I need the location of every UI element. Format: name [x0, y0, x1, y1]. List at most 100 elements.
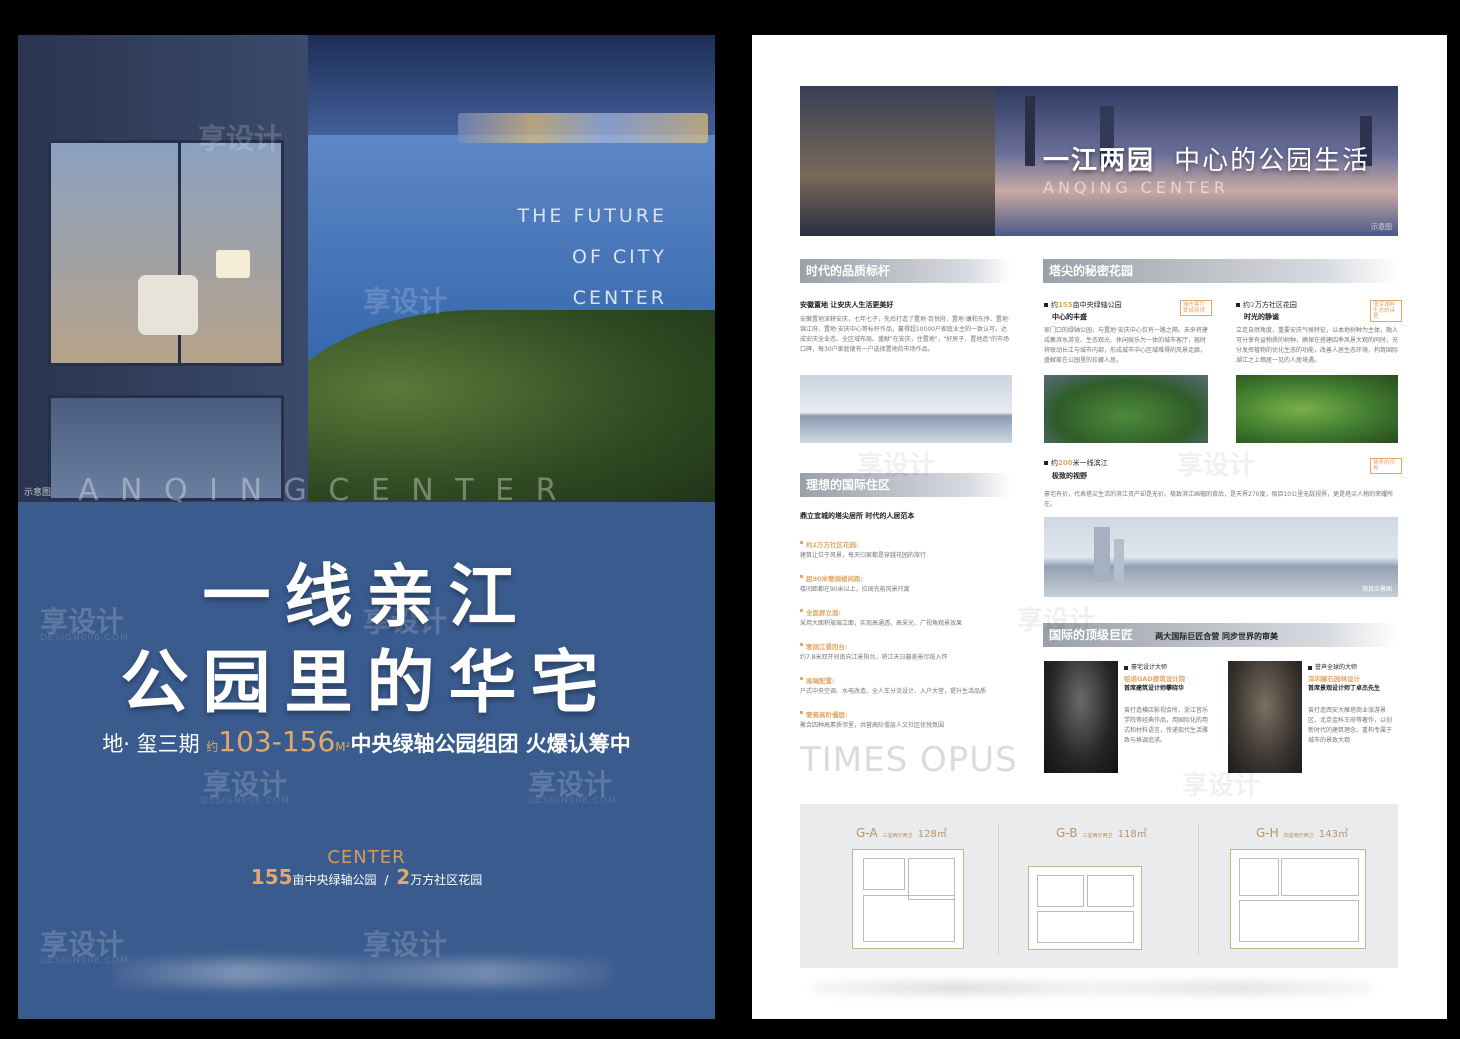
garden-item-2-title: 约2万方社区花园 [1236, 300, 1297, 310]
plan-ga-drawing [852, 849, 964, 949]
hero-photo: THE FUTURE OF CITY CENTER 示意图 A N Q I N … [18, 35, 715, 502]
room [863, 895, 955, 942]
stat-separator: / [384, 873, 389, 887]
main-title-line-2: 公园里的华宅 [120, 644, 613, 723]
banner-title-thin: 中心的公园生活 [1174, 146, 1371, 176]
room [1239, 858, 1279, 896]
banner-subtitle: ANQING CENTER [1043, 178, 1229, 197]
feature-item: 全面屏立面: 采用大面积玻璃立面，实现高通透、高采光、广视角观景效果 [800, 609, 963, 627]
room [1281, 858, 1359, 896]
plan-ga-label: G-A 三室两厅两卫 128㎡ [856, 826, 947, 840]
designer-1-body: 曾打造横店影视会所、浙江音乐学院等经典作品，用国际化的用式和材料语言，传递现代生… [1124, 707, 1209, 744]
room [1037, 911, 1134, 943]
sub-headline: 地· 玺三期 约103-156M²中央绿轴公园组团 火爆认筹中 [18, 725, 715, 758]
feature-item: 超90米奢阔楼间距: 楼间距都在90米以上，拉阔充裕风景尺度 [800, 575, 910, 593]
stat-2-number: 2 [396, 865, 411, 889]
residence-feature-list: 约2万方社区花园: 建筑让位于风景，每天归家都是穿越花园的旅行 超90米奢阔楼间距… [800, 532, 1012, 736]
stat-2-text: 万方社区花园 [410, 873, 483, 887]
banner-interior [800, 86, 995, 236]
watermark: 享设计 [1017, 606, 1096, 636]
riverside-caption: 项目实景图 [1361, 586, 1392, 593]
stat-1-text: 亩中央绿轴公园 [292, 873, 377, 887]
garden-item-2-body: 立足自然角度，重要安庆气候特征，以本地树种为主体，融入可分享有益物质的树种，确保… [1236, 327, 1399, 364]
watermark: 享设计 [198, 122, 283, 155]
blurred-footer [113, 960, 613, 986]
armchair [138, 275, 198, 335]
hero-caption: 示意图 [24, 488, 52, 498]
section-masters-subtitle: 两大国际巨匠合营 同步世界的审美 [1155, 632, 1278, 641]
banner-title: 一江两园 中心的公园生活 [1043, 140, 1370, 177]
designer-2-name: 首席景观设计师丁卓杰先生 [1308, 685, 1381, 692]
banner-title-bold: 一江两园 [1043, 146, 1156, 176]
section-masters-heading: 国际的顶级巨匠 两大国际巨匠合营 同步世界的审美 [1043, 623, 1398, 647]
tagline-line-2: OF CITY [571, 246, 667, 268]
sub-small: 约 [206, 740, 219, 754]
designer-1-info: 豪宅设计大师 铂诺GAD建筑设计院 首席建筑设计师攀晓华 曾打造横店影视会所、浙… [1124, 663, 1212, 746]
room [1087, 875, 1134, 907]
garden-item-3-title: 约200米一线滨江 [1044, 458, 1108, 468]
room [908, 858, 955, 900]
stats-line: 155亩中央绿轴公园 / 2万方社区花园 [18, 865, 715, 889]
section-garden-heading: 塔尖的秘密花园 [1043, 259, 1398, 283]
blurred-footer [812, 981, 1372, 995]
feature-item: 奢阔江景阳台: 约7.8米双开间南向江景阳台，将江天日暮美景尽揽入怀 [800, 643, 948, 661]
watermark: 享设计 [363, 285, 448, 318]
room [1239, 900, 1359, 942]
skyscraper [1025, 96, 1035, 166]
feature-item: 高端配置: 户式中央空调、水电改造、全人车分流设计、入户大堂，提升生活品质 [800, 677, 987, 695]
skyline-photo [800, 375, 1012, 443]
central-park-photo [1044, 375, 1208, 443]
back-page: 一江两园 中心的公园生活 ANQING CENTER 示意图 时代的品质标杆 安… [752, 35, 1447, 1019]
banner-caption: 示意图 [1371, 223, 1392, 231]
garden-item-3-body: 豪宅有价，代表塔尖生活的滨江资产却是无价。极致滨江画幅的背后，是天界270度，极… [1044, 491, 1394, 508]
main-title-line-1: 一线亲江 [202, 558, 531, 637]
designer-2-company: 深圳郦石园林设计 [1308, 675, 1360, 683]
tagline-line-3: CENTER [572, 287, 667, 309]
community-garden-photo [1236, 375, 1398, 443]
watermark: 享设计 [857, 451, 936, 481]
plan-gh-label: G-H 四室两厅两卫 143㎡ [1256, 826, 1348, 840]
section-quality-body: 安徽置地深耕安庆，七年七子，先后打造了置地·百悦府、置地·康和东序、置地·锦江府… [800, 316, 1010, 353]
divider [1198, 824, 1199, 954]
divider [998, 824, 999, 954]
designer-1-photo [1044, 661, 1118, 773]
room [1037, 875, 1084, 907]
plan-gh-drawing [1230, 849, 1366, 949]
designer-1-company: 铂诺GAD建筑设计院 [1124, 675, 1186, 683]
garden-item-1-tag: 城市客厅 繁城秘境 [1180, 300, 1212, 316]
tower [1094, 527, 1110, 582]
size-unit: M² [335, 740, 351, 754]
garden-item-1-body: 家门口的绿轴公园，与置地·安庆中心仅有一路之隔。未来将建成集滨水游览、生态观光、… [1044, 327, 1208, 364]
section-quality-heading: 时代的品质标杆 [800, 259, 1011, 283]
designer-2-photo [1228, 661, 1302, 773]
garden-item-3-sub: 极致的视野 [1052, 472, 1087, 480]
size-range: 103-156 [218, 725, 336, 758]
times-opus-logo: TIMES OPUS [800, 740, 1018, 780]
lamp [216, 250, 250, 278]
banner-photo: 一江两园 中心的公园生活 ANQING CENTER 示意图 [800, 86, 1398, 236]
watermark: 享设计 [363, 928, 448, 961]
city-lights [458, 113, 708, 143]
tower [1114, 539, 1124, 582]
watermark-sub: DESIGN006.COM [201, 796, 290, 806]
watermark: 享设计 [1177, 451, 1256, 481]
feature-item: 约2万方社区花园: 建筑让位于风景，每天归家都是穿越花园的旅行 [800, 541, 927, 559]
watermark-sub: DESIGN006.COM [528, 796, 617, 806]
designer-1-name: 首席建筑设计师攀晓华 [1124, 685, 1185, 692]
designer-2-role: 誉声全球的大师 [1308, 663, 1396, 673]
section-residence-lead: 鼎立宜城的塔尖居所 时代的人居范本 [800, 512, 915, 520]
garden-item-1-title: 约155亩中央绿轴公园 [1044, 300, 1122, 310]
plan-gb-drawing [1028, 866, 1142, 950]
designer-2-body: 曾打造西安大雁塔商业旅游景区、北京金科王府等著作，以创新时代的建筑理念，重构专属… [1308, 707, 1393, 744]
tagline-line-1: THE FUTURE [517, 205, 667, 227]
front-page: THE FUTURE OF CITY CENTER 示意图 A N Q I N … [18, 35, 715, 1019]
stat-1-number: 155 [250, 865, 293, 889]
garden-item-2-sub: 时光的静谧 [1244, 313, 1279, 321]
riverside-skyline-photo: 项目实景图 [1044, 517, 1398, 597]
designer-2-info: 誉声全球的大师 深圳郦石园林设计 首席景观设计师丁卓杰先生 曾打造西安大雁塔商业… [1308, 663, 1396, 746]
garden-item-2-tag: 漫享湖畔 生态的诗意 [1370, 300, 1402, 322]
watermark: 享设计 [1182, 771, 1261, 801]
plan-gb-label: G-B 三室两厅两卫 118㎡ [1056, 826, 1147, 840]
garden-item-3-tag: 稀贵的视界 [1370, 458, 1402, 474]
room [863, 858, 905, 890]
